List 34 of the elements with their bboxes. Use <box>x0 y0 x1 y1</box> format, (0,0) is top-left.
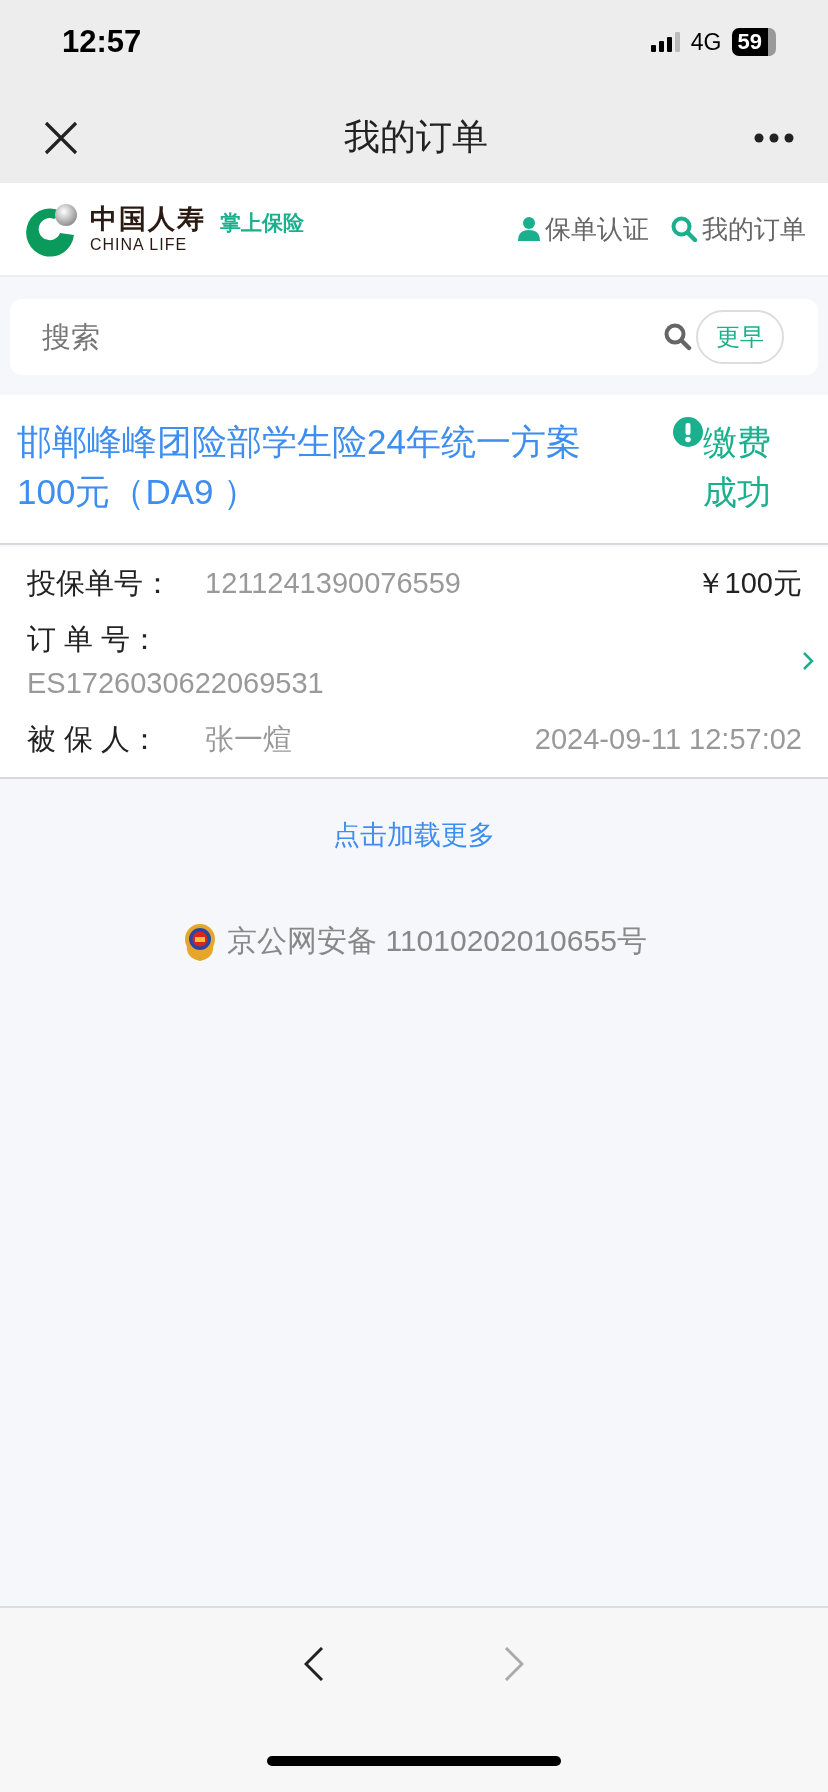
brand-name: 中国人寿 <box>90 205 206 233</box>
earlier-button[interactable]: 更早 <box>696 310 784 364</box>
search-icon[interactable] <box>664 323 692 351</box>
status-label: 缴费成功 <box>703 422 772 513</box>
brand-slogan: 掌上保险 <box>220 210 304 236</box>
field-value: ES1726030622069531 <box>27 666 324 701</box>
registration-text[interactable]: 京公网安备 11010202010655号 <box>227 921 647 962</box>
close-icon[interactable] <box>44 120 78 155</box>
header-link[interactable]: 保单认证 <box>545 211 649 247</box>
field-value: 张一煊 <box>205 722 293 757</box>
order-title[interactable]: 邯郸峰峰团险部学生险24年统一方案100元（DA9 ） <box>17 417 613 517</box>
back-icon[interactable] <box>304 1647 324 1681</box>
signal-icon <box>650 32 681 52</box>
person-icon[interactable] <box>518 217 540 241</box>
status-time: 12:57 <box>62 24 142 60</box>
brand-name-english: CHINA LIFE <box>90 236 189 253</box>
chevron-right-icon[interactable] <box>802 651 814 671</box>
header-link[interactable]: 我的订单 <box>702 211 806 247</box>
order-amount: ￥100元 <box>695 566 802 601</box>
field-label: 订 单 号： <box>27 622 161 657</box>
field-label: 投保单号： <box>27 566 173 601</box>
field-label: 被 保 人： <box>27 722 161 757</box>
page-title: 我的订单 <box>344 115 488 159</box>
forward-icon[interactable] <box>504 1647 524 1681</box>
search-field[interactable]: 搜索 更早 <box>10 299 818 375</box>
network-label: 4G <box>690 28 722 56</box>
search-icon[interactable] <box>671 216 697 242</box>
load-more-link[interactable]: 点击加载更多 <box>333 817 495 853</box>
alert-icon <box>673 417 703 447</box>
logo-icon <box>24 201 80 257</box>
order-time: 2024-09-11 12:57:02 <box>534 722 802 757</box>
battery-indicator: 59 <box>731 28 776 56</box>
more-icon[interactable] <box>754 132 794 143</box>
field-value: 1211241390076559 <box>205 566 462 601</box>
